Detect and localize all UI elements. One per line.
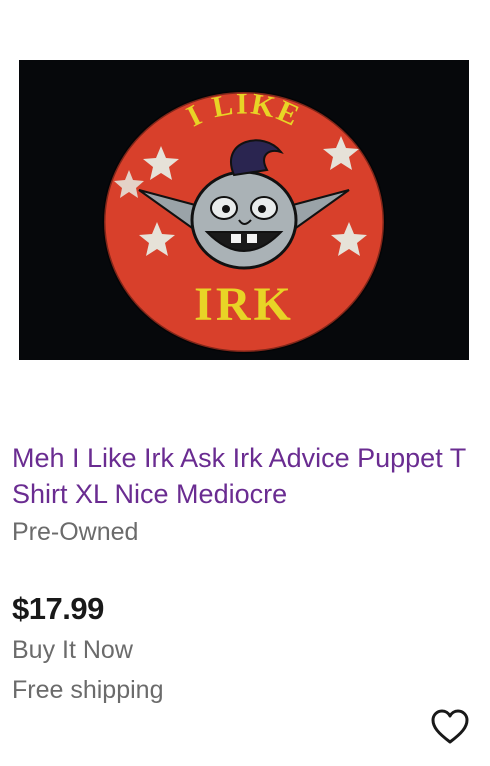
shipping-info: Free shipping bbox=[12, 676, 164, 704]
condition-label: Pre-Owned bbox=[12, 518, 139, 546]
listing-title[interactable]: Meh I Like Irk Ask Irk Advice Puppet T S… bbox=[12, 440, 482, 512]
irk-logo-graphic: I LIKE IRK bbox=[102, 87, 386, 354]
heart-icon bbox=[431, 709, 469, 744]
image-text-bottom: IRK bbox=[194, 278, 294, 331]
watch-button[interactable] bbox=[428, 705, 472, 749]
price: $17.99 bbox=[12, 591, 104, 626]
irk-face bbox=[190, 170, 298, 270]
product-image[interactable]: I LIKE IRK bbox=[19, 60, 469, 360]
listing-card[interactable]: I LIKE IRK Meh I Like Irk Ask Irk Advice… bbox=[0, 0, 490, 766]
buying-format: Buy It Now bbox=[12, 636, 133, 664]
